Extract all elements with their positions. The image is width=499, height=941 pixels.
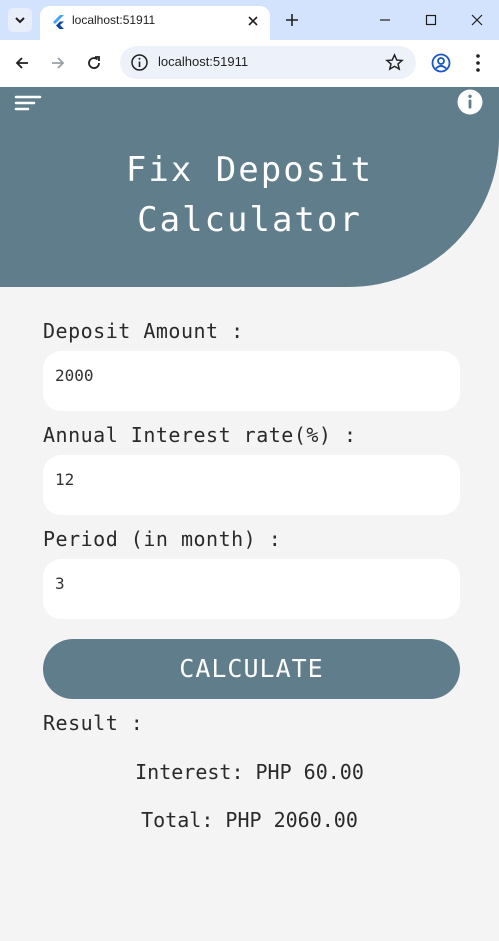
kebab-icon[interactable]: [470, 53, 486, 73]
star-icon[interactable]: [385, 53, 404, 72]
deposit-amount-input[interactable]: 2000: [43, 351, 460, 411]
interest-rate-input[interactable]: 12: [43, 455, 460, 515]
browser-toolbar: localhost:51911: [0, 40, 499, 87]
page-title: Fix Deposit Calculator: [0, 145, 499, 245]
period-label: Period (in month) :: [43, 527, 282, 551]
info-icon[interactable]: [457, 89, 483, 115]
deposit-amount-value: 2000: [55, 366, 94, 385]
maximize-icon[interactable]: [419, 8, 443, 32]
forward-icon[interactable]: [47, 52, 69, 74]
close-icon[interactable]: [465, 8, 489, 32]
interest-rate-value: 12: [55, 470, 75, 489]
plus-icon[interactable]: [282, 10, 302, 30]
interest-result: Interest: PHP 60.00: [135, 760, 364, 784]
browser-tab[interactable]: localhost:51911: [40, 6, 270, 40]
calculate-button[interactable]: CALCULATE: [43, 639, 460, 699]
total-result: Total: PHP 2060.00: [141, 808, 358, 832]
deposit-amount-label: Deposit Amount :: [43, 319, 244, 343]
menu-icon[interactable]: [14, 92, 42, 114]
address-bar[interactable]: localhost:51911: [120, 46, 416, 79]
tab-title: localhost:51911: [72, 13, 156, 27]
period-input[interactable]: 3: [43, 559, 460, 619]
back-icon[interactable]: [11, 52, 33, 74]
minimize-icon[interactable]: [373, 8, 397, 32]
interest-rate-label: Annual Interest rate(%) :: [43, 423, 357, 447]
page-title-line2: Calculator: [137, 200, 362, 240]
page-title-line1: Fix Deposit: [125, 150, 374, 190]
url-text: localhost:51911: [158, 54, 249, 69]
flutter-icon: [53, 15, 64, 29]
app-header: Fix Deposit Calculator: [0, 87, 499, 287]
profile-icon[interactable]: [431, 53, 451, 73]
browser-tab-strip: localhost:51911: [0, 0, 499, 40]
info-icon[interactable]: [130, 53, 149, 72]
period-value: 3: [55, 574, 65, 593]
close-icon[interactable]: [244, 12, 262, 30]
reload-icon[interactable]: [83, 52, 105, 74]
app-viewport: Fix Deposit Calculator Deposit Amount : …: [0, 87, 499, 941]
result-label: Result :: [43, 711, 144, 735]
tab-search-icon[interactable]: [8, 8, 32, 32]
